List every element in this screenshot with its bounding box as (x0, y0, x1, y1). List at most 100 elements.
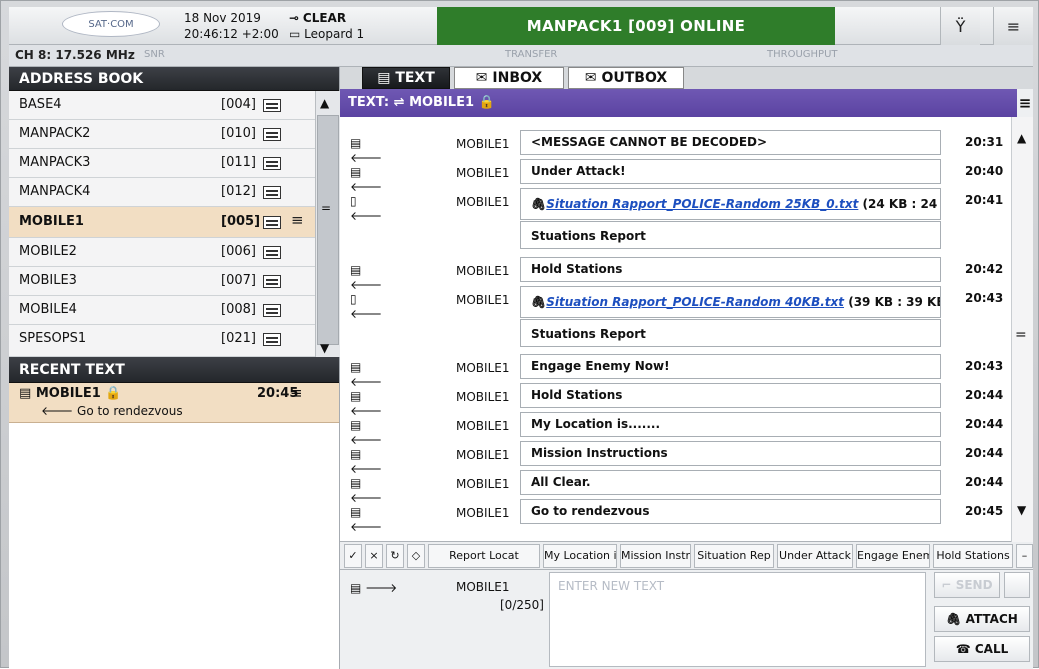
scroll-up-icon[interactable]: ▲ (1017, 131, 1026, 145)
message-time: 20:42 (965, 262, 1004, 276)
contact-manpack3[interactable]: MANPACK3 [011] (9, 149, 315, 178)
message-text: All Clear. (520, 470, 941, 495)
message-row[interactable]: ▤ 🡐 MOBILE1 All Clear. 20:44 (340, 469, 1011, 505)
quick-reply-mission-instructions[interactable]: Mission Instru (620, 544, 691, 568)
file-incoming-icon: ▯ 🡐 (350, 194, 383, 223)
message-row[interactable]: ▤ 🡐 MOBILE1 <MESSAGE CANNOT BE DECODED> 20:… (340, 129, 1011, 165)
tab-outbox[interactable]: ✉ OUTBOX (568, 67, 684, 89)
contact-name: MOBILE1 (19, 214, 84, 229)
recent-text-header: RECENT TEXT (9, 357, 339, 383)
contact-base4[interactable]: BASE4 [004] (9, 91, 315, 120)
message-row[interactable]: ▤ 🡐 MOBILE1 My Location is....... 20:44 (340, 411, 1011, 447)
address-book-scrollbar[interactable]: ▲ = ▼ (315, 91, 340, 357)
callsign-text: Leopard 1 (304, 27, 365, 41)
contact-menu-icon[interactable]: ≡ (291, 211, 304, 229)
keyboard-icon (263, 216, 281, 229)
thread-menu-icon[interactable]: ≡ (1017, 89, 1033, 117)
scroll-down-icon[interactable]: ▼ (320, 341, 329, 355)
contact-manpack2[interactable]: MANPACK2 [010] (9, 120, 315, 149)
check-button[interactable]: ✓ (344, 544, 362, 568)
filter-button[interactable]: Ÿ (940, 7, 980, 45)
contact-mobile2[interactable]: MOBILE2 [006] (9, 238, 315, 267)
tab-label: TEXT (395, 70, 435, 86)
recent-menu-icon[interactable]: ≡ (290, 384, 303, 402)
message-scrollbar[interactable]: ▲ = ▼ (1011, 117, 1033, 542)
message-text: <MESSAGE CANNOT BE DECODED> (520, 130, 941, 155)
quick-reply-hold-stations[interactable]: Hold Stations (933, 544, 1013, 568)
message-time: 20:44 (965, 446, 1004, 460)
contact-name: MOBILE4 (19, 302, 77, 317)
outbox-icon: ✉ (584, 70, 602, 86)
send-options-button[interactable] (1004, 572, 1030, 598)
clear-button[interactable]: × (365, 544, 383, 568)
snr-label: SNR (144, 49, 165, 60)
lock-icon: 🔒 (105, 386, 122, 401)
send-button[interactable]: ⌐ SEND (934, 572, 1000, 598)
quick-reply-report-location[interactable]: Report Locat (428, 544, 540, 568)
message-text: Hold Stations (520, 257, 941, 282)
diamond-button[interactable]: ◇ (407, 544, 425, 568)
message-time: 20:44 (965, 475, 1004, 489)
contact-id: [004] (221, 97, 256, 112)
menu-icon: ≡ (1006, 16, 1021, 36)
call-label: CALL (974, 642, 1009, 656)
paperclip-icon: 🖇 (531, 295, 547, 309)
attachment-box: 🖇Situation Rapport_POLICE-Random 25KB_0.… (520, 188, 941, 220)
datetime: 18 Nov 2019 20:46:12 +2:00 (184, 10, 279, 42)
message-row[interactable]: ▤ 🡐 MOBILE1 Under Attack! 20:40 (340, 158, 1011, 194)
contact-mobile4[interactable]: MOBILE4 [008] (9, 296, 315, 325)
char-counter: [0/250] (500, 598, 544, 612)
message-row[interactable]: ▤ 🡐 MOBILE1 Go to rendezvous 20:45 (340, 498, 1011, 534)
left-panel: ADDRESS BOOK BASE4 [004] MANPACK2 [010] MA… (9, 67, 340, 669)
contact-manpack4[interactable]: MANPACK4 [012] (9, 178, 315, 207)
mode-info: ⊸ CLEAR ▭ Leopard 1 (289, 10, 364, 42)
tab-inbox[interactable]: ✉ INBOX (454, 67, 564, 89)
scroll-thumb[interactable] (317, 115, 339, 345)
antenna-icon: Ÿ (955, 16, 966, 36)
message-row[interactable]: ▤ 🡐 MOBILE1 Hold Stations 20:42 (340, 256, 1011, 292)
attach-label: ATTACH (965, 612, 1018, 626)
message-row[interactable]: ▤ 🡐 MOBILE1 Engage Enemy Now! 20:43 (340, 353, 1011, 389)
contact-spesops1[interactable]: SPESOPS1 [021] (9, 325, 315, 357)
recent-name: ▤ MOBILE1 🔒 (19, 386, 122, 401)
contact-name: SPESOPS1 (19, 331, 87, 346)
attachment-link[interactable]: Situation Rapport_POLICE-Random 25KB_0.t… (546, 197, 858, 211)
message-input[interactable]: ENTER NEW TEXT (549, 572, 926, 667)
message-time: 20:43 (965, 291, 1004, 305)
message-row-attachment[interactable]: ▯ 🡐 MOBILE1 🖇Situation Rapport_POLICE-Rand… (340, 285, 1011, 351)
recent-text-item[interactable]: ▤ MOBILE1 🔒 20:45 ≡ 🡐 Go to rendezvous (9, 383, 339, 423)
attach-button[interactable]: 🖇 ATTACH (934, 606, 1030, 632)
phone-icon: ☎ (955, 642, 975, 656)
refresh-button[interactable]: ↻ (386, 544, 404, 568)
scroll-up-icon[interactable]: ▲ (320, 96, 329, 110)
attachment-link[interactable]: Situation Rapport_POLICE-Random 40KB.txt (546, 295, 844, 309)
message-row[interactable]: ▤ 🡐 MOBILE1 Hold Stations 20:44 (340, 382, 1011, 418)
message-time: 20:45 (965, 504, 1004, 518)
chat-icon: ▤ (377, 70, 396, 86)
date-text: 18 Nov 2019 (184, 11, 261, 25)
main-menu-button[interactable]: ≡ (993, 7, 1033, 45)
check-icon: ✓ (348, 549, 358, 562)
quick-reply-engage-enemy[interactable]: Engage Enem (856, 544, 930, 568)
contact-mobile3[interactable]: MOBILE3 [007] (9, 267, 315, 296)
message-row-attachment[interactable]: ▯ 🡐 MOBILE1 🖇Situation Rapport_POLICE-Rand… (340, 187, 1011, 253)
diamond-icon: ◇ (411, 549, 421, 562)
contact-name: BASE4 (19, 97, 62, 112)
quick-reply-my-location[interactable]: My Location i (543, 544, 617, 568)
call-button[interactable]: ☎ CALL (934, 636, 1030, 662)
keyboard-icon (263, 304, 281, 317)
message-time: 20:43 (965, 359, 1004, 373)
message-text: Mission Instructions (520, 441, 941, 466)
message-time: 20:41 (965, 193, 1004, 207)
more-replies-button[interactable]: – (1016, 544, 1033, 568)
refresh-icon: ↻ (390, 549, 400, 562)
scroll-down-icon[interactable]: ▼ (1017, 503, 1026, 517)
contact-id: [021] (221, 331, 256, 346)
message-row[interactable]: ▤ 🡐 MOBILE1 Mission Instructions 20:44 (340, 440, 1011, 476)
quick-reply-situation-report[interactable]: Situation Rep (694, 544, 774, 568)
send-label: SEND (955, 578, 993, 592)
close-icon: × (369, 549, 379, 562)
tab-text[interactable]: ▤ TEXT (362, 67, 450, 89)
quick-reply-under-attack[interactable]: Under Attack (777, 544, 853, 568)
contact-mobile1[interactable]: MOBILE1 [005] ≡ (9, 207, 315, 238)
